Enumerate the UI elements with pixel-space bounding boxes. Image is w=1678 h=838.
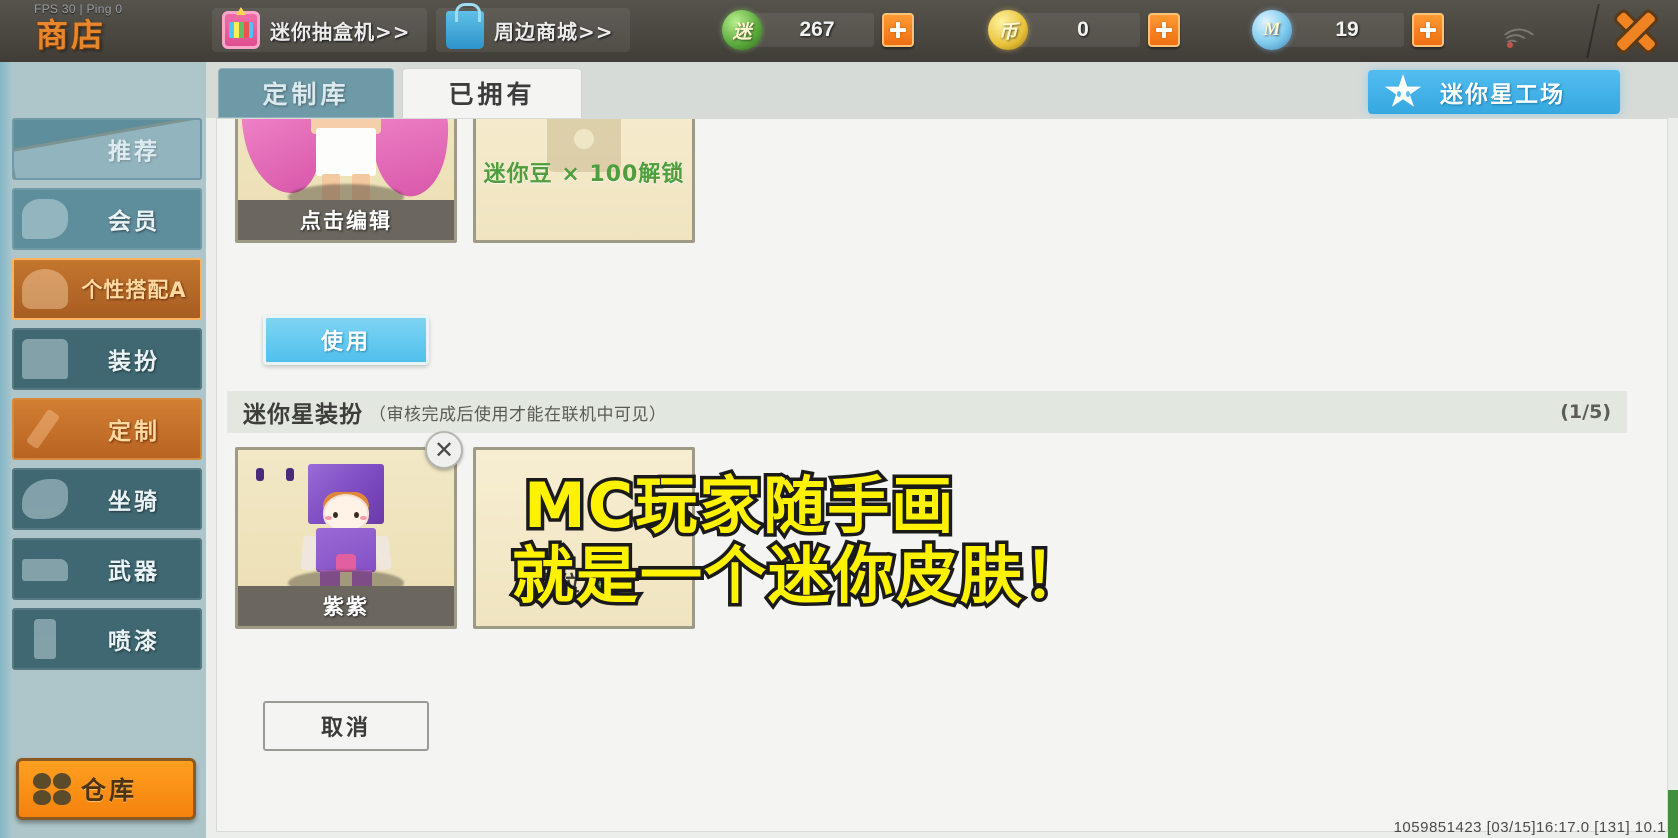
mini-star-factory-button[interactable]: 迷你星工场 xyxy=(1368,70,1620,114)
close-icon: ✕ xyxy=(433,436,455,464)
sidebar-item-spray[interactable]: 喷漆 xyxy=(12,608,202,670)
currency-gold-coin: 币 0 xyxy=(988,10,1180,50)
sidebar-item-mount[interactable]: 坐骑 xyxy=(12,468,202,530)
mini-star-value: 19 xyxy=(1278,13,1404,47)
add-mini-bean-button[interactable] xyxy=(882,13,914,47)
cards-icon xyxy=(14,120,200,178)
sidebar-item-label: 装扮 xyxy=(108,349,160,375)
peripheral-mall-button[interactable]: 周边商城>> xyxy=(436,3,630,52)
use-button[interactable]: 使用 xyxy=(263,315,429,365)
sidebar: 推荐 会员 个性搭配A 装扮 定制 坐骑 xyxy=(0,62,206,838)
tab-label: 定制库 xyxy=(262,80,350,109)
gold-coin-glyph: 币 xyxy=(998,21,1018,43)
mini-bean-value: 267 xyxy=(748,13,874,47)
warehouse-button[interactable]: 仓库 xyxy=(16,758,196,820)
unlock-requirement-label: 迷你豆 × 100解锁 xyxy=(483,162,685,187)
game-shop-screen: FPS 30 | Ping 0 商店 迷你抽盒机>> 周边商城>> 迷 267 … xyxy=(0,0,1678,838)
gacha-machine-button[interactable]: 迷你抽盒机>> xyxy=(212,7,427,52)
outfit-card-locked[interactable]: 迷你豆 × 100解锁 xyxy=(473,119,695,243)
mini-star-coin-icon: M xyxy=(1252,10,1292,50)
sidebar-item-weapon[interactable]: 武器 xyxy=(12,538,202,600)
sidebar-item-label: 会员 xyxy=(108,209,160,235)
sidebar-item-label: 武器 xyxy=(108,559,160,585)
green-edge-strip xyxy=(1668,790,1678,838)
saddle-icon xyxy=(14,471,76,527)
card-label: 紫紫 xyxy=(238,586,454,626)
mini-star-glyph: M xyxy=(1263,19,1281,40)
sidebar-item-personal-outfit[interactable]: 个性搭配A xyxy=(12,258,202,320)
gun-icon xyxy=(14,541,76,597)
spray-icon xyxy=(14,611,76,667)
sidebar-item-label: 喷漆 xyxy=(108,629,160,655)
caption-line-2: 就是一个迷你皮肤！ xyxy=(508,536,1089,616)
cancel-button[interactable]: 取消 xyxy=(263,701,429,751)
mini-bean-glyph: 迷 xyxy=(732,21,752,43)
card-label: 点击编辑 xyxy=(238,200,454,240)
sidebar-item-label: 定制 xyxy=(108,419,160,445)
tab-custom-library[interactable]: 定制库 xyxy=(218,68,394,118)
cancel-button-label: 取消 xyxy=(320,716,371,741)
section-note: （审核完成后使用才能在联机中可见） xyxy=(369,404,667,425)
outfit-card-edit[interactable]: 点击编辑 xyxy=(235,119,457,243)
member-badge-icon xyxy=(14,191,76,247)
shopping-bag-icon xyxy=(446,3,484,49)
sidebar-item-label: 坐骑 xyxy=(108,489,160,515)
sidebar-item-recommend[interactable]: 推荐 xyxy=(12,118,202,180)
sidebar-item-member[interactable]: 会员 xyxy=(12,188,202,250)
section-count: (1/5) xyxy=(1560,401,1611,423)
mini-star-card-zizi[interactable]: 紫紫 xyxy=(235,447,457,629)
sidebar-nav-list: 推荐 会员 个性搭配A 装扮 定制 坐骑 xyxy=(0,62,206,678)
sidebar-item-dressup[interactable]: 装扮 xyxy=(12,328,202,390)
outfit-icon xyxy=(14,261,76,317)
page-title: 商店 xyxy=(36,16,107,54)
gold-coin-icon: 币 xyxy=(988,10,1028,50)
add-mini-star-button[interactable] xyxy=(1412,13,1444,47)
gold-coin-value: 0 xyxy=(1014,13,1140,47)
use-button-label: 使用 xyxy=(320,330,371,355)
add-gold-coin-button[interactable] xyxy=(1148,13,1180,47)
shirt-icon xyxy=(14,331,76,387)
peripheral-mall-label: 周边商城>> xyxy=(494,19,614,44)
gacha-machine-label: 迷你抽盒机>> xyxy=(270,19,411,44)
close-button[interactable] xyxy=(1610,6,1662,56)
tab-label: 已拥有 xyxy=(448,80,536,109)
topbar-divider xyxy=(1586,4,1600,58)
gacha-machine-icon xyxy=(222,7,260,49)
tab-strip: 定制库 已拥有 迷你星工场 xyxy=(206,62,1678,118)
star-icon xyxy=(1384,74,1422,110)
mini-star-section-header: 迷你星装扮 （审核完成后使用才能在联机中可见） (1/5) xyxy=(227,391,1627,433)
pencil-icon xyxy=(14,401,76,457)
top-bar: FPS 30 | Ping 0 商店 迷你抽盒机>> 周边商城>> 迷 267 … xyxy=(0,0,1678,62)
tab-owned[interactable]: 已拥有 xyxy=(402,68,582,118)
content-area: 定制库 已拥有 迷你星工场 点击编辑 迷你豆 × 100解锁 使用 迷你星装扮 … xyxy=(206,62,1678,838)
sidebar-item-label: 个性搭配A xyxy=(81,278,187,302)
currency-mini-bean: 迷 267 xyxy=(722,10,914,50)
remove-outfit-button[interactable]: ✕ xyxy=(425,431,463,469)
debug-info: 1059851423 [03/15]16:17.0 [131] 10.1 xyxy=(1393,819,1666,836)
warehouse-label: 仓库 xyxy=(81,776,138,805)
section-title: 迷你星装扮 xyxy=(243,402,363,428)
currency-mini-star: M 19 xyxy=(1252,10,1444,50)
sidebar-item-custom[interactable]: 定制 xyxy=(12,398,202,460)
mini-star-factory-label: 迷你星工场 xyxy=(1440,82,1565,108)
network-signal-icon xyxy=(1503,19,1540,51)
mini-bean-icon: 迷 xyxy=(722,10,762,50)
warehouse-icon xyxy=(31,769,75,809)
